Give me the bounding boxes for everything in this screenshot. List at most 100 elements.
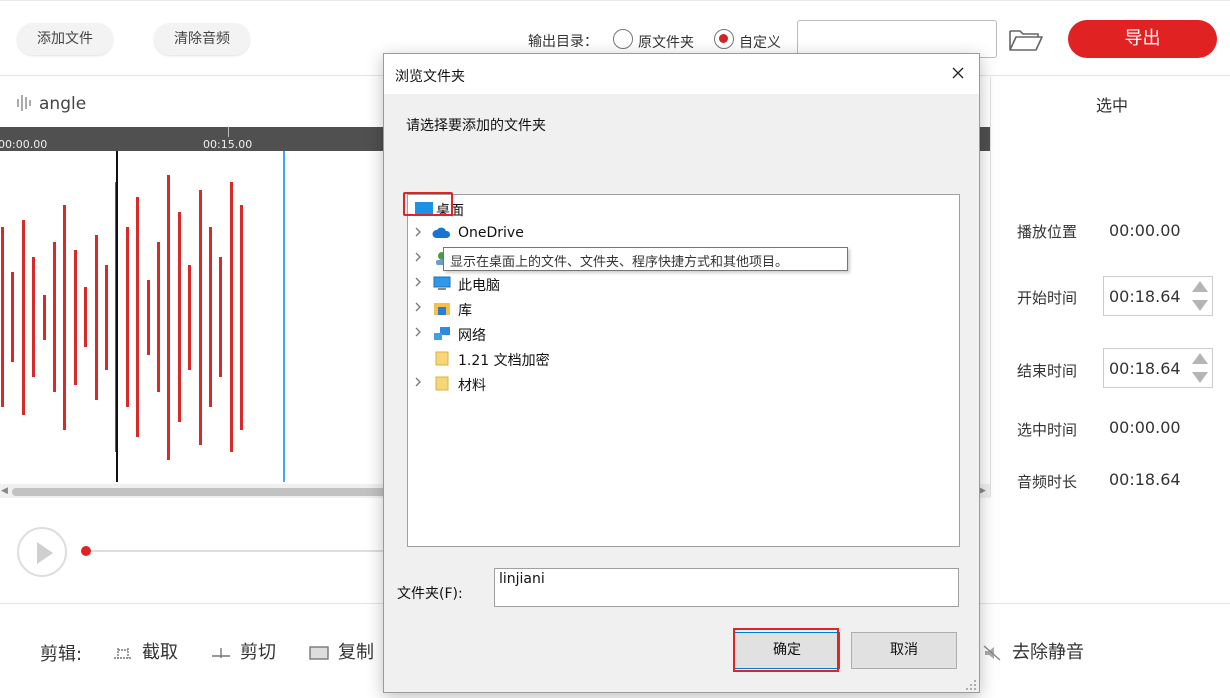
start-time-value[interactable]: 00:18.64 xyxy=(1109,287,1181,306)
resize-grip-icon[interactable] xyxy=(965,679,977,691)
spin-up-icon[interactable] xyxy=(1192,281,1208,292)
tree-item[interactable]: 1.21 文档加密 xyxy=(408,346,959,370)
clear-audio-button[interactable]: 清除音频 xyxy=(154,23,250,55)
tree-item-label: OneDrive xyxy=(458,225,524,241)
time-label-start: 00:00.00 xyxy=(0,138,48,151)
selection-marker[interactable] xyxy=(283,151,285,482)
tree-item-label: 材料 xyxy=(458,378,486,394)
trim-icon xyxy=(114,648,132,659)
waveform-bar xyxy=(240,204,244,430)
ok-highlight-box xyxy=(733,628,839,672)
tree-item[interactable]: 网络 xyxy=(408,321,959,345)
remove-silence-button[interactable]: 去除静音 xyxy=(982,638,1084,664)
copy-label: 复制 xyxy=(338,642,374,663)
end-time-stepper[interactable]: 00:18.64 xyxy=(1103,348,1213,388)
spin-down-icon[interactable] xyxy=(1192,300,1208,311)
time-label-mid: 00:15.00 xyxy=(203,138,253,151)
folder-open-icon[interactable] xyxy=(1008,28,1044,52)
copy-icon xyxy=(309,646,329,660)
waveform-bar xyxy=(229,182,233,452)
export-button[interactable]: 导出 xyxy=(1068,20,1217,58)
waveform-bar xyxy=(177,212,181,422)
folder-icon xyxy=(435,351,449,366)
end-time-value[interactable]: 00:18.64 xyxy=(1109,359,1181,378)
chevron-right-icon[interactable] xyxy=(414,277,422,287)
spin-down-icon[interactable] xyxy=(1192,372,1208,383)
selected-time-value: 00:00.00 xyxy=(1109,418,1181,437)
chevron-right-icon[interactable] xyxy=(414,302,422,312)
folder-label: 文件夹(F): xyxy=(397,586,463,602)
waveform-bar xyxy=(105,264,108,370)
audio-wave-icon xyxy=(17,95,31,111)
waveform-bar xyxy=(125,227,129,407)
tree-item-label: 1.21 文档加密 xyxy=(458,353,550,369)
waveform-bar xyxy=(1,227,4,407)
mute-icon xyxy=(983,645,1001,661)
trim-label: 截取 xyxy=(142,642,178,663)
tree-item-label: 库 xyxy=(458,303,472,319)
copy-button[interactable]: 复制 xyxy=(308,638,374,664)
cloud-icon xyxy=(432,227,451,238)
chevron-right-icon[interactable] xyxy=(414,252,422,262)
waveform-bar xyxy=(209,227,212,407)
play-button[interactable] xyxy=(17,527,67,577)
close-icon[interactable] xyxy=(950,65,966,81)
waveform-bar xyxy=(32,257,36,377)
chevron-right-icon[interactable] xyxy=(414,327,422,337)
desktop-highlight-box xyxy=(403,192,453,216)
tick-mark xyxy=(228,127,229,137)
duration-label: 音频时长 xyxy=(1017,473,1078,491)
waveform-bar xyxy=(188,264,192,370)
spin-up-icon[interactable] xyxy=(1192,353,1208,364)
properties-title: 选中 xyxy=(1096,96,1129,115)
waveform-bar xyxy=(73,249,77,385)
computer-icon xyxy=(433,276,451,290)
tree-item[interactable]: 此电脑 xyxy=(408,271,959,295)
tooltip: 显示在桌面上的文件、文件夹、程序快捷方式和其他项目。 xyxy=(443,247,848,271)
playback-progress-handle[interactable] xyxy=(81,546,91,556)
waveform-bar xyxy=(42,294,46,340)
chevron-right-icon[interactable] xyxy=(414,377,422,387)
tree-item-label: 网络 xyxy=(458,328,486,344)
start-time-stepper[interactable]: 00:18.64 xyxy=(1103,276,1213,316)
duration-value: 00:18.64 xyxy=(1109,470,1181,489)
waveform-bar xyxy=(94,234,98,400)
selected-time-label: 选中时间 xyxy=(1017,421,1078,439)
dialog-title: 浏览文件夹 xyxy=(395,69,465,85)
output-dir-label: 输出目录： xyxy=(528,34,598,50)
tree-item[interactable]: 库 xyxy=(408,296,959,320)
scroll-right-arrow-icon[interactable]: ▶ xyxy=(979,486,986,496)
waveform-bar xyxy=(136,197,140,437)
folder-icon xyxy=(435,376,449,391)
remove-silence-label: 去除静音 xyxy=(1012,642,1084,663)
scroll-left-arrow-icon[interactable]: ◀ xyxy=(1,486,8,496)
dialog-prompt: 请选择要添加的文件夹 xyxy=(406,118,546,134)
trim-button[interactable]: 截取 xyxy=(112,638,178,664)
start-time-label: 开始时间 xyxy=(1017,289,1078,307)
playhead[interactable] xyxy=(116,151,118,482)
cut-label: 剪切 xyxy=(240,642,276,663)
radio-original-label: 原文件夹 xyxy=(638,35,694,51)
network-icon xyxy=(434,327,450,340)
tree-item[interactable]: OneDrive xyxy=(408,221,959,245)
folder-name-input[interactable]: linjiani xyxy=(494,568,959,607)
radio-custom-folder[interactable] xyxy=(714,29,734,49)
waveform-bar xyxy=(157,242,160,392)
add-file-button[interactable]: 添加文件 xyxy=(17,23,113,55)
cancel-button[interactable]: 取消 xyxy=(851,632,957,669)
waveform-bar xyxy=(63,204,67,430)
tree-item-label: 此电脑 xyxy=(458,278,500,294)
playback-progress-track[interactable] xyxy=(86,550,386,552)
cut-button[interactable]: 剪切 xyxy=(210,638,276,664)
scrollbar-thumb[interactable] xyxy=(12,488,392,496)
browse-folder-dialog: 浏览文件夹 请选择要添加的文件夹 桌面 OneDrive 此电脑库网络 1.21 文档… xyxy=(383,53,980,693)
tree-item[interactable]: 桌面 xyxy=(408,196,959,220)
radio-original-folder[interactable] xyxy=(613,29,633,49)
cut-icon xyxy=(212,648,230,658)
play-position-label: 播放位置 xyxy=(1017,223,1078,241)
waveform-bar xyxy=(21,219,25,415)
chevron-right-icon[interactable] xyxy=(414,227,422,237)
tree-item[interactable]: 材料 xyxy=(408,371,959,395)
dialog-titlebar[interactable]: 浏览文件夹 xyxy=(384,54,979,94)
waveform-bar xyxy=(198,189,202,445)
